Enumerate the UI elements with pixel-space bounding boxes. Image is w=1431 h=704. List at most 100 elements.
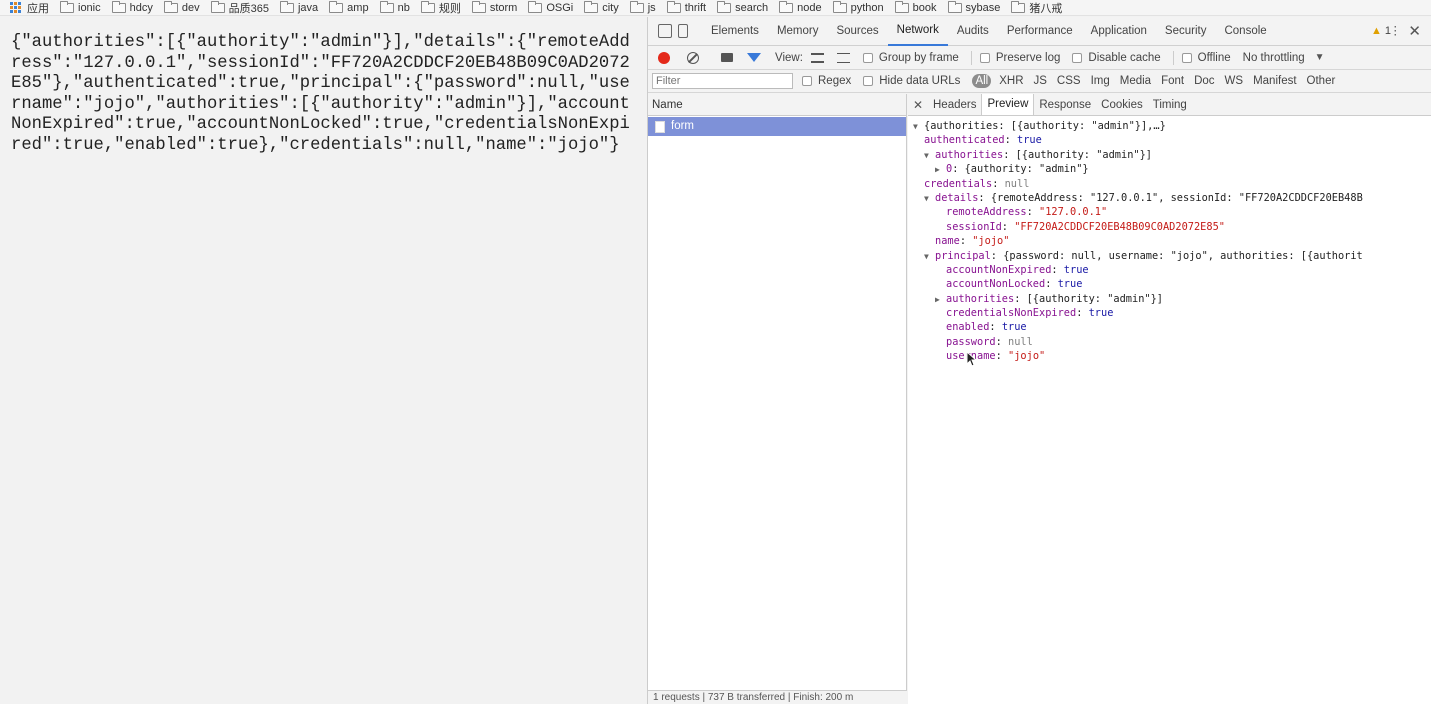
dropdown-arrow-icon: ▼: [1314, 52, 1325, 63]
large-rows-icon[interactable]: [810, 52, 824, 63]
tab-network[interactable]: Network: [887, 17, 948, 46]
expanded-arrow-icon[interactable]: ▼: [913, 120, 924, 134]
bookmark-folder[interactable]: sybase: [947, 0, 1000, 14]
filter-icon[interactable]: [747, 53, 761, 62]
offline-checkbox[interactable]: Offline: [1181, 52, 1231, 64]
tree-node[interactable]: password: null: [913, 335, 1431, 349]
bookmark-folder[interactable]: ionic: [60, 0, 101, 14]
bookmark-folder[interactable]: book: [894, 0, 937, 14]
type-filter-js[interactable]: JS: [1034, 75, 1047, 87]
bookmark-folder[interactable]: thrift: [666, 0, 706, 14]
node-value: true: [1063, 263, 1089, 276]
bookmark-folder[interactable]: 规则: [420, 0, 461, 15]
tab-application[interactable]: Application: [1082, 17, 1156, 46]
type-filter-css[interactable]: CSS: [1057, 75, 1081, 87]
clear-icon[interactable]: [687, 51, 699, 64]
close-detail-icon[interactable]: ✕: [908, 98, 928, 112]
bookmark-label: ionic: [78, 1, 101, 14]
bookmark-folder[interactable]: 品质365: [210, 0, 269, 15]
expanded-arrow-icon[interactable]: ▼: [924, 192, 935, 206]
folder-icon: [666, 0, 681, 13]
bookmark-folder[interactable]: hdcy: [111, 0, 153, 14]
bookmark-folder[interactable]: dev: [163, 0, 200, 14]
tab-performance[interactable]: Performance: [998, 17, 1082, 46]
collapsed-arrow-icon[interactable]: ▶: [935, 163, 946, 177]
column-header-name[interactable]: Name: [648, 94, 906, 116]
expanded-arrow-icon[interactable]: ▼: [924, 250, 935, 264]
tree-node[interactable]: sessionId: "FF720A2CDDCF20EB48B09C0AD207…: [913, 220, 1431, 234]
type-filter-xhr[interactable]: XHR: [999, 75, 1023, 87]
tree-node[interactable]: authenticated: true: [913, 133, 1431, 147]
group-by-frame-checkbox[interactable]: Group by frame: [862, 52, 959, 64]
type-filter-other[interactable]: Other: [1307, 75, 1336, 87]
regex-checkbox[interactable]: Regex: [802, 75, 851, 87]
page-content: {"authorities":[{"authority":"admin"}],"…: [0, 17, 647, 704]
collapsed-arrow-icon[interactable]: ▶: [935, 293, 946, 307]
tree-node[interactable]: name: "jojo": [913, 234, 1431, 248]
bookmark-folder[interactable]: city: [584, 0, 619, 14]
expanded-arrow-icon[interactable]: ▼: [924, 149, 935, 163]
throttling-select[interactable]: No throttling ▼: [1243, 52, 1325, 64]
type-filter-media[interactable]: Media: [1120, 75, 1151, 87]
close-icon[interactable]: ✕: [1408, 22, 1421, 40]
screenshot-icon[interactable]: [721, 53, 733, 62]
tree-node-root[interactable]: ▼ {authorities: [{authority: "admin"}],…}: [913, 119, 1431, 133]
folder-icon: [894, 0, 909, 13]
bookmark-folder[interactable]: nb: [379, 0, 410, 14]
device-toolbar-icon[interactable]: [678, 24, 688, 38]
type-filter-img[interactable]: Img: [1091, 75, 1110, 87]
tree-node[interactable]: ▼ details: {remoteAddress: "127.0.0.1", s…: [913, 191, 1431, 205]
tree-node[interactable]: accountNonExpired: true: [913, 263, 1431, 277]
type-filter-ws[interactable]: WS: [1225, 75, 1244, 87]
disable-cache-checkbox[interactable]: Disable cache: [1072, 52, 1161, 64]
tab-console[interactable]: Console: [1215, 17, 1275, 46]
tree-node[interactable]: ▶ authorities: [{authority: "admin"}]: [913, 292, 1431, 306]
folder-icon: [471, 0, 486, 13]
preserve-log-checkbox[interactable]: Preserve log: [979, 52, 1060, 64]
tree-node[interactable]: ▼ principal: {password: null, username: "…: [913, 249, 1431, 263]
bookmark-folder[interactable]: amp: [329, 0, 369, 14]
bookmark-folder[interactable]: java: [279, 0, 318, 14]
folder-icon: [420, 0, 435, 13]
bookmark-folder[interactable]: python: [832, 0, 884, 14]
folder-icon: [1011, 0, 1026, 13]
bookmark-folder[interactable]: search: [717, 0, 768, 14]
tab-preview[interactable]: Preview: [981, 94, 1035, 115]
tab-sources[interactable]: Sources: [827, 17, 887, 46]
tree-node[interactable]: credentials: null: [913, 177, 1431, 191]
tree-node[interactable]: enabled: true: [913, 320, 1431, 334]
type-filter-all[interactable]: All: [972, 74, 992, 88]
tab-elements[interactable]: Elements: [702, 17, 768, 46]
warning-counter[interactable]: ▲ 1: [1371, 25, 1391, 37]
type-filter-font[interactable]: Font: [1161, 75, 1184, 87]
bookmark-folder[interactable]: storm: [471, 0, 517, 14]
bookmark-folder[interactable]: OSGi: [528, 0, 573, 14]
record-icon[interactable]: [658, 51, 670, 64]
tab-response[interactable]: Response: [1034, 94, 1096, 116]
bookmark-folder[interactable]: 猪八戒: [1011, 0, 1062, 15]
tab-headers[interactable]: Headers: [928, 94, 981, 116]
filter-input[interactable]: [652, 73, 793, 89]
bookmark-folder[interactable]: node: [779, 0, 822, 14]
bookmark-folder[interactable]: js: [629, 0, 656, 14]
bookmark-apps-label: 应用: [27, 2, 49, 15]
tree-node[interactable]: ▼ authorities: [{authority: "admin"}]: [913, 148, 1431, 162]
hide-data-urls-checkbox[interactable]: Hide data URLs: [863, 75, 960, 87]
tree-node[interactable]: username: "jojo": [913, 349, 1431, 363]
more-options-icon[interactable]: ⋮: [1390, 23, 1402, 37]
request-row[interactable]: form: [648, 117, 906, 136]
inspect-element-icon[interactable]: [658, 24, 672, 38]
overview-icon[interactable]: [836, 52, 850, 63]
tab-audits[interactable]: Audits: [948, 17, 998, 46]
tab-timing[interactable]: Timing: [1148, 94, 1192, 116]
tree-node[interactable]: accountNonLocked: true: [913, 277, 1431, 291]
bookmark-apps[interactable]: 应用: [10, 0, 49, 15]
tab-security[interactable]: Security: [1156, 17, 1216, 46]
tree-node[interactable]: remoteAddress: "127.0.0.1": [913, 205, 1431, 219]
type-filter-manifest[interactable]: Manifest: [1253, 75, 1296, 87]
tree-node[interactable]: ▶ 0: {authority: "admin"}: [913, 162, 1431, 176]
tab-memory[interactable]: Memory: [768, 17, 828, 46]
tree-node[interactable]: credentialsNonExpired: true: [913, 306, 1431, 320]
type-filter-doc[interactable]: Doc: [1194, 75, 1214, 87]
tab-cookies[interactable]: Cookies: [1096, 94, 1148, 116]
